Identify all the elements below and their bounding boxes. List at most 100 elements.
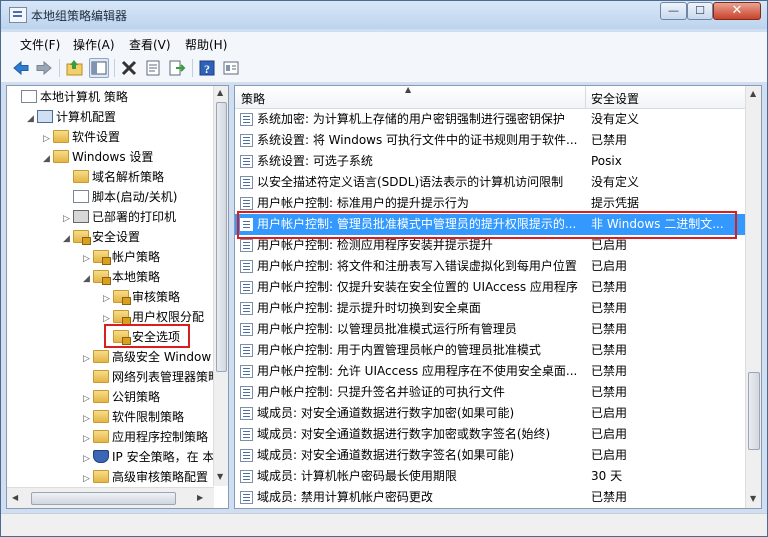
back-icon[interactable]	[11, 58, 31, 78]
list-vertical-scroll-thumb[interactable]	[748, 372, 760, 450]
collapsed-arrow-icon[interactable]: ▷	[83, 449, 93, 469]
tree-horizontal-scroll-thumb[interactable]	[31, 492, 176, 505]
tree-node[interactable]: ▷ 高级安全 Window	[83, 347, 211, 367]
column-header-policy[interactable]: 策略	[241, 90, 265, 107]
policy-icon	[240, 134, 253, 147]
policy-row[interactable]: 用户帐户控制: 提示提升时切换到安全桌面 已禁用	[235, 298, 745, 319]
tree-node[interactable]: ▷ 软件设置	[43, 127, 120, 147]
policy-row[interactable]: 域成员: 计算机帐户密码最长使用期限 30 天	[235, 466, 745, 487]
collapsed-arrow-icon[interactable]: ▷	[83, 429, 93, 449]
tree-node[interactable]: ▷ IP 安全策略，在 本	[83, 447, 214, 467]
tree-pane[interactable]: 本地计算机 策略 ◢ 计算机配置 ▷ 软件设置 ◢ Windows 设置 域名解析策略脚本(启…	[6, 85, 229, 509]
scroll-down-icon[interactable]: ▼	[217, 472, 223, 481]
scroll-right-icon[interactable]: ▶	[197, 493, 203, 502]
policy-row[interactable]: 域成员: 禁用计算机帐户密码更改 已禁用	[235, 487, 745, 508]
tree-node[interactable]: 脚本(启动/关机)	[63, 187, 177, 207]
tree-node-label: 帐户策略	[112, 250, 161, 264]
tree-node[interactable]: ◢ 本地策略	[83, 267, 160, 287]
policy-setting: 已启用	[591, 259, 628, 273]
scroll-up-icon[interactable]: ▲	[750, 89, 756, 98]
collapsed-arrow-icon[interactable]: ▷	[83, 469, 93, 489]
scroll-left-icon[interactable]: ◀	[12, 493, 18, 502]
expanded-arrow-icon[interactable]: ◢	[83, 269, 93, 289]
policy-row[interactable]: 用户帐户控制: 将文件和注册表写入错误虚拟化到每用户位置 已启用	[235, 256, 745, 277]
policy-row[interactable]: 系统设置: 可选子系统 Posix	[235, 151, 745, 172]
tree-node[interactable]: ▷ 审核策略	[103, 287, 180, 307]
tree-node[interactable]: ◢ 安全设置	[63, 227, 140, 247]
expanded-arrow-icon[interactable]: ◢	[27, 109, 37, 129]
expanded-arrow-icon[interactable]: ◢	[63, 229, 73, 249]
column-divider[interactable]	[585, 86, 586, 108]
expanded-arrow-icon[interactable]: ◢	[43, 149, 53, 169]
forward-icon[interactable]	[34, 58, 54, 78]
policy-row[interactable]: 用户帐户控制: 仅提升安装在安全位置的 UIAccess 应用程序 已禁用	[235, 277, 745, 298]
policy-row[interactable]: 系统设置: 将 Windows 可执行文件中的证书规则用于软件... 已禁用	[235, 130, 745, 151]
tree-node[interactable]: ▷ 已部署的打印机	[63, 207, 176, 227]
policy-setting: 已禁用	[591, 490, 628, 504]
policy-row[interactable]: 系统加密: 为计算机上存储的用户密钥强制进行强密钥保护 没有定义	[235, 109, 745, 130]
menu-help[interactable]: 帮助(H)	[185, 36, 227, 53]
policy-list-pane[interactable]: 策略 ▲ 安全设置 系统加密: 为计算机上存储的用户密钥强制进行强密钥保护 没有定…	[234, 85, 762, 509]
menu-action[interactable]: 操作(A)	[73, 36, 115, 53]
policy-name: 用户帐户控制: 将文件和注册表写入错误虚拟化到每用户位置	[257, 259, 577, 273]
scroll-down-icon[interactable]: ▼	[750, 494, 756, 503]
policy-icon	[240, 176, 253, 189]
tree-node[interactable]: ◢ 计算机配置	[27, 107, 116, 127]
tree-node[interactable]: 本地计算机 策略	[11, 87, 128, 107]
menu-bar: 文件(F) 操作(A) 查看(V) 帮助(H)	[1, 32, 767, 54]
maximize-button[interactable]: ☐	[687, 2, 713, 20]
tree-node[interactable]: ▷ 公钥策略	[83, 387, 160, 407]
policy-setting: 已禁用	[591, 364, 628, 378]
help-icon[interactable]: ?	[197, 58, 217, 78]
tree-node[interactable]: 网络列表管理器策略	[83, 367, 220, 387]
selected-node-highlight	[104, 324, 190, 348]
toolbar-separator	[192, 59, 193, 77]
policy-setting: 已禁用	[591, 301, 628, 315]
tree-node-label: 安全设置	[92, 230, 141, 244]
delete-icon[interactable]	[119, 58, 139, 78]
tree-node[interactable]: ▷ 高级审核策略配置	[83, 467, 208, 487]
minimize-button[interactable]: —	[660, 2, 687, 20]
view-icon[interactable]	[221, 58, 241, 78]
policy-row[interactable]: 用户帐户控制: 以管理员批准模式运行所有管理员 已禁用	[235, 319, 745, 340]
policy-row[interactable]: 域成员: 对安全通道数据进行数字签名(如果可能) 已启用	[235, 445, 745, 466]
policy-row[interactable]: 域成员: 对安全通道数据进行数字加密(如果可能) 已启用	[235, 403, 745, 424]
collapsed-arrow-icon[interactable]: ▷	[63, 209, 73, 229]
scroll-up-icon[interactable]: ▲	[217, 88, 223, 97]
tree-node-label: 脚本(启动/关机)	[92, 190, 178, 204]
policy-name: 系统设置: 可选子系统	[257, 154, 373, 168]
tree-vertical-scroll-thumb[interactable]	[216, 102, 227, 372]
tree-node-label: 网络列表管理器策略	[112, 370, 221, 384]
policy-row[interactable]: 用户帐户控制: 允许 UIAccess 应用程序在不使用安全桌面... 已禁用	[235, 361, 745, 382]
tree-node[interactable]: ▷ 软件限制策略	[83, 407, 184, 427]
collapsed-arrow-icon[interactable]: ▷	[43, 129, 53, 149]
export-icon[interactable]	[167, 58, 187, 78]
tree-node[interactable]: 域名解析策略	[63, 167, 164, 187]
show-hide-tree-icon[interactable]	[89, 58, 109, 78]
collapsed-arrow-icon[interactable]: ▷	[83, 349, 93, 369]
collapsed-arrow-icon[interactable]: ▷	[83, 249, 93, 269]
menu-view[interactable]: 查看(V)	[129, 36, 171, 53]
properties-icon[interactable]	[143, 58, 163, 78]
menu-file[interactable]: 文件(F)	[20, 36, 60, 53]
policy-row[interactable]: 以安全描述符定义语言(SDDL)语法表示的计算机访问限制 没有定义	[235, 172, 745, 193]
tree-node[interactable]: ◢ Windows 设置	[43, 147, 153, 167]
window-title: 本地组策略编辑器	[31, 9, 128, 23]
policy-name: 用户帐户控制: 只提升签名并验证的可执行文件	[257, 385, 505, 399]
policy-row[interactable]: 域成员: 对安全通道数据进行数字加密或数字签名(始终) 已启用	[235, 424, 745, 445]
policy-row[interactable]: 用户帐户控制: 只提升签名并验证的可执行文件 已禁用	[235, 382, 745, 403]
collapsed-arrow-icon[interactable]: ▷	[83, 389, 93, 409]
up-folder-icon[interactable]	[65, 58, 85, 78]
folder-icon	[93, 430, 109, 443]
close-icon: ✕	[731, 3, 743, 18]
tree-vertical-scrollbar[interactable]: ▲ ▼	[213, 86, 228, 486]
tree-horizontal-scrollbar[interactable]: ◀ ▶	[7, 487, 214, 508]
close-button[interactable]: ✕	[713, 2, 761, 20]
column-header-setting[interactable]: 安全设置	[591, 90, 639, 107]
collapsed-arrow-icon[interactable]: ▷	[83, 409, 93, 429]
tree-node[interactable]: ▷ 应用程序控制策略	[83, 427, 208, 447]
tree-node[interactable]: ▷ 帐户策略	[83, 247, 160, 267]
policy-row[interactable]: 用户帐户控制: 用于内置管理员帐户的管理员批准模式 已禁用	[235, 340, 745, 361]
list-vertical-scrollbar[interactable]: ▲ ▼	[745, 86, 761, 508]
collapsed-arrow-icon[interactable]: ▷	[103, 289, 113, 309]
